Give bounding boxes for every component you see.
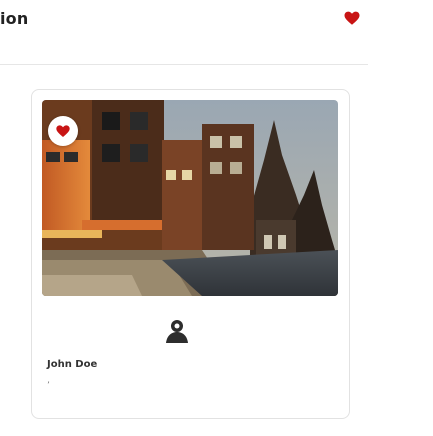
header: ion: [0, 0, 368, 65]
author-meta: ’: [47, 381, 50, 391]
post-photo: [42, 100, 338, 296]
favorite-button[interactable]: [48, 116, 78, 146]
heart-icon: [56, 125, 70, 137]
user-avatar-icon[interactable]: [159, 314, 195, 350]
author-name[interactable]: John Doe: [47, 359, 97, 370]
page-title: ion: [0, 9, 29, 28]
post-image[interactable]: [42, 100, 338, 296]
page: ion John Doe ’: [0, 0, 433, 436]
post-card[interactable]: John Doe ’: [31, 89, 350, 419]
heart-icon[interactable]: [343, 9, 361, 27]
